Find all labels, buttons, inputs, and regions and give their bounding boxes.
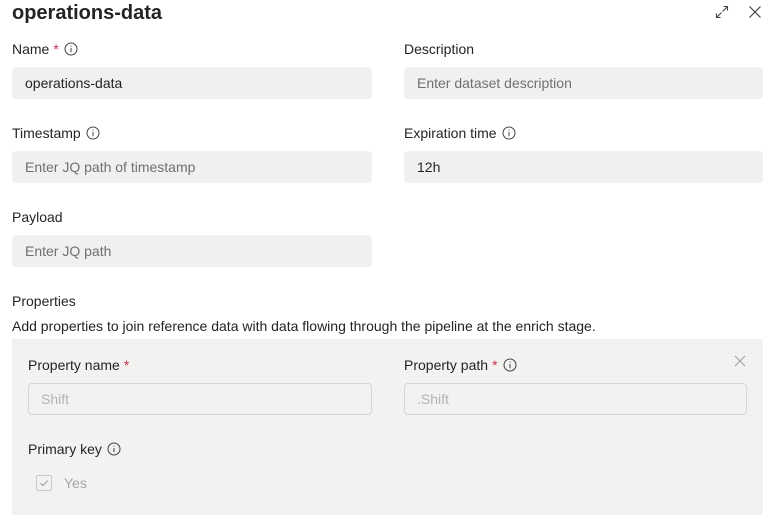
- remove-property-icon[interactable]: [730, 351, 750, 371]
- description-input[interactable]: [404, 67, 763, 99]
- property-path-label-text: Property path: [404, 357, 489, 373]
- required-marker: *: [492, 357, 498, 373]
- property-path-label: Property path *: [404, 356, 517, 374]
- primary-key-label-text: Primary key: [28, 441, 102, 457]
- name-label-text: Name: [12, 41, 50, 57]
- expiration-label: Expiration time: [404, 124, 516, 142]
- checkbox-box[interactable]: [36, 475, 52, 491]
- primary-key-option-label: Yes: [64, 475, 87, 491]
- property-name-label-text: Property name: [28, 357, 120, 373]
- info-icon[interactable]: [502, 126, 516, 140]
- property-name-input[interactable]: [28, 383, 372, 415]
- timestamp-input[interactable]: [12, 151, 372, 183]
- info-icon[interactable]: [107, 442, 121, 456]
- info-icon[interactable]: [64, 42, 78, 56]
- description-label-text: Description: [404, 41, 475, 57]
- required-marker: *: [123, 357, 130, 373]
- property-path-input[interactable]: [404, 383, 747, 415]
- description-label: Description: [404, 40, 474, 58]
- properties-heading: Properties: [12, 293, 76, 309]
- primary-key-checkbox[interactable]: Yes: [36, 475, 87, 491]
- panel-title: operations-data: [12, 2, 163, 24]
- name-input[interactable]: [12, 67, 372, 99]
- payload-input[interactable]: [12, 235, 372, 267]
- properties-description: Add properties to join reference data wi…: [12, 318, 596, 334]
- name-label: Name *: [12, 40, 78, 58]
- expiration-label-text: Expiration time: [404, 125, 497, 141]
- property-name-label: Property name *: [28, 356, 129, 374]
- expand-icon[interactable]: [712, 2, 732, 22]
- payload-label: Payload: [12, 208, 63, 226]
- timestamp-label: Timestamp: [12, 124, 100, 142]
- required-marker: *: [53, 41, 59, 57]
- info-icon[interactable]: [86, 126, 100, 140]
- close-icon[interactable]: [745, 2, 765, 22]
- timestamp-label-text: Timestamp: [12, 125, 81, 141]
- info-icon[interactable]: [503, 358, 517, 372]
- expiration-input[interactable]: [404, 151, 763, 183]
- primary-key-label: Primary key: [28, 440, 121, 458]
- payload-label-text: Payload: [12, 209, 63, 225]
- property-card: Property name * Property path * Primary …: [12, 339, 763, 515]
- checkmark-icon: [40, 480, 49, 487]
